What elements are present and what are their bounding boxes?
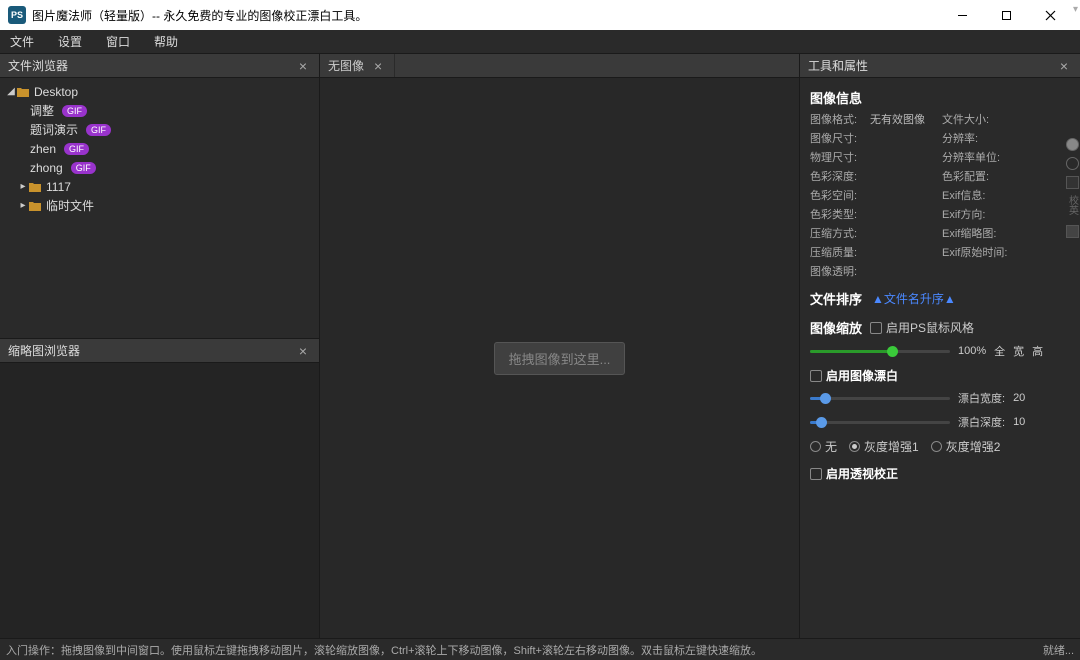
radio-gray2[interactable]: 灰度增强2 [931, 438, 1001, 455]
folder-icon [28, 200, 42, 212]
tab-label: 无图像 [328, 57, 364, 74]
statusbar: 入门操作：拖拽图像到中间窗口。使用鼠标左键拖拽移动图片，滚轮缩放图像，Ctrl+… [0, 638, 1080, 660]
folder-icon [16, 86, 30, 98]
maximize-button[interactable] [984, 0, 1028, 30]
tree-item[interactable]: zhenGIF [0, 139, 319, 158]
edge-label: 校英 [1065, 195, 1080, 215]
radio-none[interactable]: 无 [810, 438, 837, 455]
tree-folder-item[interactable]: ▸临时文件 [0, 196, 319, 215]
zoom-fit-all[interactable]: 全 [994, 343, 1005, 359]
menubar: 文件 设置 窗口 帮助 [0, 30, 1080, 54]
file-tree[interactable]: ◢ Desktop 调整GIF 题词演示GIF zhenGIF zhongGIF… [0, 78, 319, 338]
bleach-depth-slider[interactable] [810, 416, 950, 428]
folder-icon [28, 181, 42, 193]
right-edge-toggles: 校英 [1064, 138, 1080, 238]
edge-radio-1[interactable] [1066, 138, 1079, 151]
checkbox-icon [870, 322, 882, 334]
zoom-percent: 100% [958, 345, 986, 357]
checkbox-icon [810, 468, 822, 480]
file-browser-header: 文件浏览器 × [0, 54, 319, 78]
file-browser-title: 文件浏览器 [8, 57, 295, 74]
image-info-title: 图像信息 [810, 88, 1080, 107]
tools-title: 工具和属性 [808, 57, 1056, 74]
bleach-width-slider[interactable] [810, 392, 950, 404]
menu-window[interactable]: 窗口 [106, 33, 130, 50]
status-ready: 就绪... [1043, 642, 1074, 658]
tree-folder-item[interactable]: ▸1117 [0, 177, 319, 196]
status-help: 入门操作：拖拽图像到中间窗口。使用鼠标左键拖拽移动图片，滚轮缩放图像，Ctrl+… [6, 642, 1043, 658]
sort-title: 文件排序 [810, 289, 862, 308]
tree-item[interactable]: zhongGIF [0, 158, 319, 177]
thumb-browser-header: 缩略图浏览器 × [0, 339, 319, 363]
perspective-checkbox[interactable]: 启用透视校正 [810, 465, 1080, 482]
radio-gray1[interactable]: 灰度增强1 [849, 438, 919, 455]
checkbox-icon [810, 370, 822, 382]
window-title: 图片魔法师（轻量版）-- 永久免费的专业的图像校正漂白工具。 [32, 7, 367, 24]
edge-square-2[interactable] [1066, 225, 1079, 238]
drop-hint: 拖拽图像到这里... [494, 342, 626, 375]
gif-badge: GIF [62, 105, 87, 117]
tools-header: 工具和属性 × [800, 54, 1080, 78]
bleach-checkbox[interactable]: 启用图像漂白 [810, 367, 1080, 384]
menu-settings[interactable]: 设置 [58, 33, 82, 50]
sort-link[interactable]: ▲文件名升序▲ [872, 290, 956, 307]
file-browser-close-icon[interactable]: × [295, 58, 311, 74]
chevron-right-icon[interactable]: ▸ [18, 181, 28, 192]
thumb-browser-body [0, 363, 319, 638]
thumb-browser-title: 缩略图浏览器 [8, 342, 295, 359]
zoom-slider[interactable] [810, 345, 950, 357]
tree-root[interactable]: ◢ Desktop [0, 82, 319, 101]
gif-badge: GIF [64, 143, 89, 155]
zoom-fit-width[interactable]: 宽 [1013, 343, 1024, 359]
zoom-title: 图像缩放 [810, 318, 862, 337]
canvas-area[interactable]: 拖拽图像到这里... [320, 78, 799, 638]
chevron-down-icon[interactable]: ◢ [6, 86, 16, 97]
tab-close-icon[interactable]: × [370, 58, 386, 74]
image-info-grid: 图像格式:无有效图像文件大小: 图像尺寸:分辨率: 物理尺寸:分辨率单位: 色彩… [810, 111, 1080, 279]
edge-square[interactable] [1066, 176, 1079, 189]
tree-root-label: Desktop [34, 85, 78, 99]
gif-badge: GIF [71, 162, 96, 174]
tab-no-image[interactable]: 无图像 × [320, 54, 395, 77]
menu-help[interactable]: 帮助 [154, 33, 178, 50]
thumb-browser-close-icon[interactable]: × [295, 343, 311, 359]
menu-file[interactable]: 文件 [10, 33, 34, 50]
ps-mouse-checkbox[interactable]: 启用PS鼠标风格 [870, 319, 974, 336]
close-button[interactable] [1028, 0, 1072, 30]
tree-item[interactable]: 调整GIF [0, 101, 319, 120]
chevron-right-icon[interactable]: ▸ [18, 200, 28, 211]
zoom-fit-height[interactable]: 高 [1032, 343, 1043, 359]
tools-close-icon[interactable]: × [1056, 58, 1072, 74]
center-tabs: 无图像 × ▾ [320, 54, 799, 78]
app-icon: PS [8, 6, 26, 24]
tree-item[interactable]: 题词演示GIF [0, 120, 319, 139]
minimize-button[interactable] [940, 0, 984, 30]
edge-radio-2[interactable] [1066, 157, 1079, 170]
titlebar: PS 图片魔法师（轻量版）-- 永久免费的专业的图像校正漂白工具。 [0, 0, 1080, 30]
gif-badge: GIF [86, 124, 111, 136]
